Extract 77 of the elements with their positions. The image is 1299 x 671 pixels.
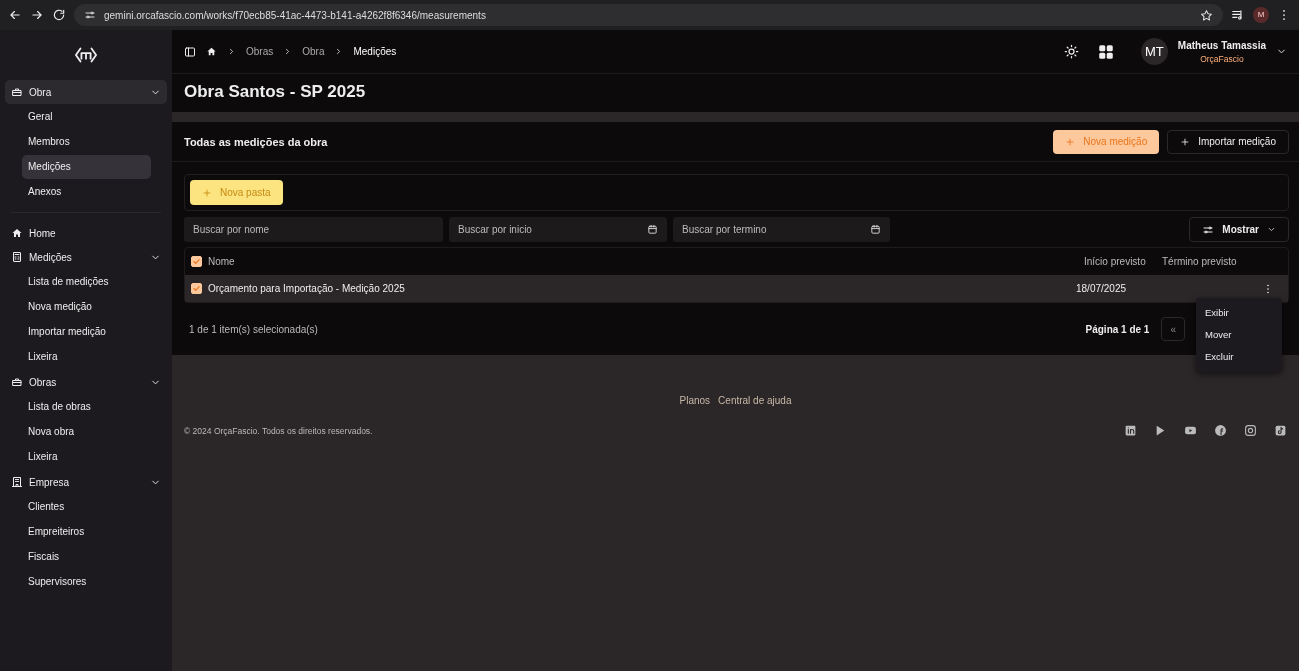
sidebar-subitem[interactable]: Lista de obras xyxy=(22,395,151,419)
menu-item[interactable]: Mover xyxy=(1200,324,1278,346)
page-indicator: Página 1 de 1 xyxy=(1085,322,1150,337)
forward-icon[interactable] xyxy=(30,8,44,22)
sidebar-subitem[interactable]: Supervisores xyxy=(22,570,151,594)
footer-link[interactable]: Central de ajuda xyxy=(718,393,792,409)
sidebar-subitem[interactable]: Medições xyxy=(22,155,151,179)
checkbox[interactable] xyxy=(191,256,202,268)
instagram-icon[interactable] xyxy=(1244,424,1257,438)
menu-item[interactable]: Excluir xyxy=(1200,346,1278,368)
briefcase-icon xyxy=(11,86,23,98)
copyright-text: © 2024 OrçaFascio. Todos os direitos reservados. xyxy=(184,424,374,438)
profile-avatar[interactable]: M xyxy=(1253,7,1269,23)
sun-icon[interactable] xyxy=(1063,44,1079,59)
briefcase-icon xyxy=(11,376,23,388)
calculator-icon xyxy=(11,251,23,263)
site-settings-icon[interactable] xyxy=(84,9,96,21)
back-icon[interactable] xyxy=(8,8,22,22)
plus-icon xyxy=(202,187,212,198)
calendar-icon xyxy=(870,224,881,236)
breadcrumb-link[interactable]: Obras xyxy=(246,44,274,59)
table-cell-text: Orçamento para Importação - Medição 2025 xyxy=(208,282,406,297)
address-bar[interactable]: gemini.orcafascio.com/works/f70ecb85-41ac-4473-b141-a4262f8f6346/measurements xyxy=(74,4,1223,26)
sidebar-subitem[interactable]: Lixeira xyxy=(22,345,151,369)
sidebar-subitem[interactable]: Importar medição xyxy=(22,320,151,344)
sidebar-subitem[interactable]: Lista de medições xyxy=(22,270,151,294)
reload-icon[interactable] xyxy=(52,8,66,22)
sidebar-subitem[interactable]: Fiscais xyxy=(22,545,151,569)
chevron-right-icon xyxy=(227,47,236,56)
sidebar-subitem[interactable]: Nova medição xyxy=(22,295,151,319)
column-header: Término previsto xyxy=(1162,255,1238,270)
plus-icon xyxy=(1065,136,1076,147)
sidebar-item[interactable]: Medições xyxy=(5,245,167,269)
sidebar-subitem[interactable]: Lixeira xyxy=(22,445,151,469)
menu-item[interactable]: Exibir xyxy=(1200,302,1278,324)
sidebar-item[interactable]: Obra xyxy=(5,80,167,104)
user-name: Matheus Tamassia xyxy=(1177,38,1266,53)
plus-icon xyxy=(1180,136,1191,147)
calendar-icon xyxy=(647,224,658,236)
date-field[interactable]: Buscar por inicio xyxy=(449,217,667,243)
sidebar-item[interactable]: Home xyxy=(5,221,167,245)
facebook-icon[interactable] xyxy=(1214,424,1227,438)
media-playlist-icon[interactable] xyxy=(1231,8,1245,22)
user-avatar[interactable]: MT xyxy=(1140,38,1168,65)
search-field[interactable]: Buscar por nome xyxy=(184,217,443,243)
tiktok-icon[interactable] xyxy=(1274,424,1287,438)
building-icon xyxy=(11,476,23,488)
url-text: gemini.orcafascio.com/works/f70ecb85-41ac-4473-b141-a4262f8f6346/measurements xyxy=(104,8,487,23)
sidebar-subitem[interactable]: Empreiteiros xyxy=(22,520,151,544)
table-cell-text: 18/07/2025 xyxy=(1076,282,1128,297)
first-page-button[interactable]: « xyxy=(1161,317,1185,342)
column-header: Início previsto xyxy=(1084,255,1147,270)
column-header: Nome xyxy=(208,255,236,270)
home-icon xyxy=(11,227,23,239)
sidebar-subitem[interactable]: Geral xyxy=(22,105,151,129)
company-name: OrçaFascio xyxy=(1200,52,1244,66)
show-columns-button[interactable]: Mostrar xyxy=(1189,217,1289,243)
selection-count: 1 de 1 item(s) selecionada(s) xyxy=(189,322,319,337)
section-title: Todas as medições da obra xyxy=(184,134,329,150)
sidebar-subitem[interactable]: Membros xyxy=(22,130,151,154)
bookmark-star-icon[interactable] xyxy=(1200,8,1213,22)
apps-grid-icon[interactable] xyxy=(1096,42,1115,61)
page-title: Obra Santos - SP 2025 xyxy=(183,81,367,103)
import-button[interactable]: Importar medição xyxy=(1167,129,1289,154)
date-field[interactable]: Buscar por termino xyxy=(673,217,890,243)
play-icon[interactable] xyxy=(1154,424,1167,438)
footer-link[interactable]: Planos xyxy=(679,393,711,409)
sidebar-toggle-icon[interactable] xyxy=(184,45,196,58)
home-icon[interactable] xyxy=(206,46,217,57)
linkedin-icon[interactable] xyxy=(1124,424,1137,438)
breadcrumb-link[interactable]: Obra xyxy=(302,44,325,59)
sidebar-item[interactable]: Empresa xyxy=(5,470,167,494)
sidebar-subitem[interactable]: Clientes xyxy=(22,495,151,519)
checkbox[interactable] xyxy=(191,283,202,295)
sidebar-item[interactable]: Obras xyxy=(5,370,167,394)
sidebar-subitem[interactable]: Anexos xyxy=(22,180,151,204)
sidebar-subitem[interactable]: Nova obra xyxy=(22,420,151,444)
